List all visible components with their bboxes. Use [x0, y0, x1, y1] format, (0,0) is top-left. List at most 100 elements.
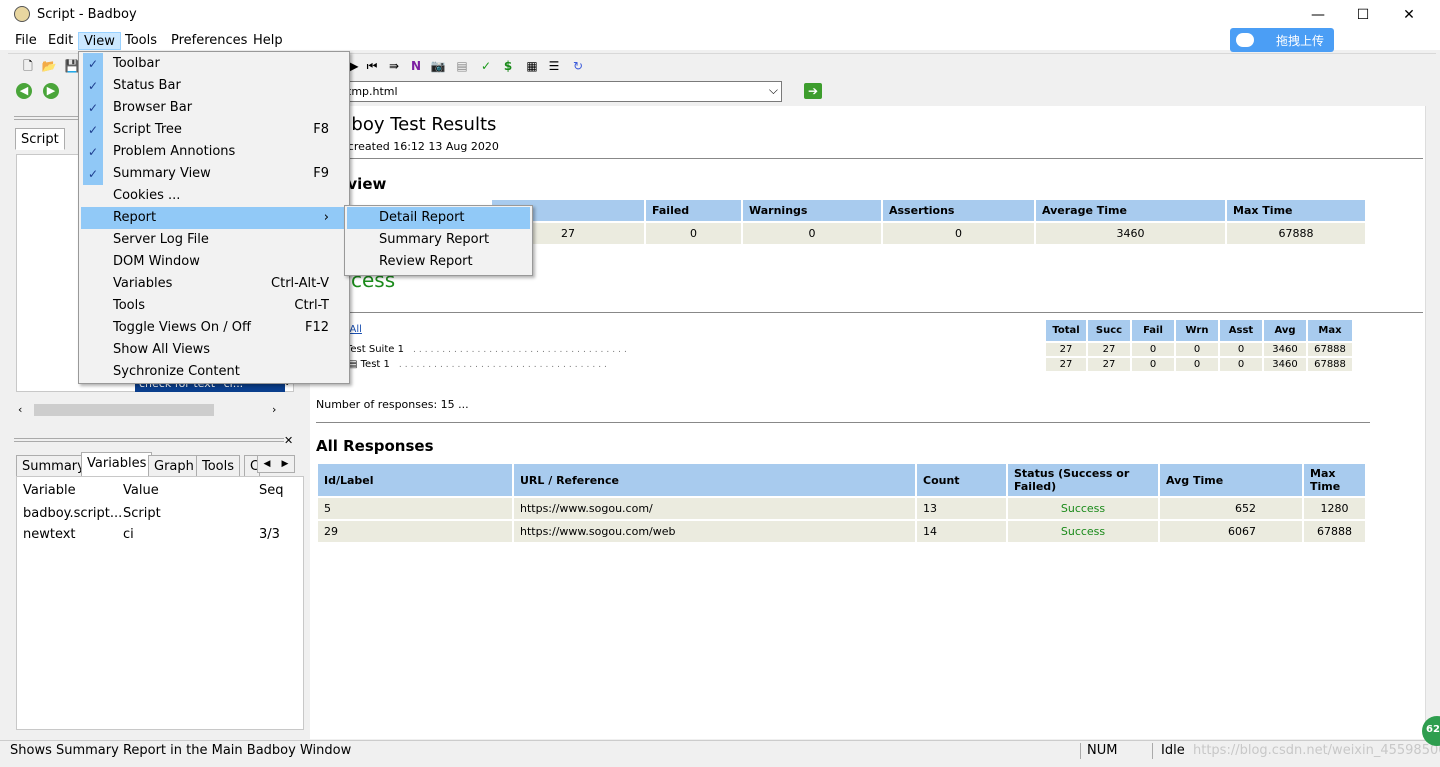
- minimize-button[interactable]: —: [1295, 0, 1341, 30]
- scroll-left-icon[interactable]: ‹: [18, 403, 22, 416]
- menu-item-sychronize-content[interactable]: Sychronize Content: [81, 361, 347, 383]
- table-row[interactable]: 5 https://www.sogou.com/ 13 Success 652 …: [318, 498, 1365, 519]
- menu-item-status-bar[interactable]: ✓ Status Bar: [81, 75, 347, 97]
- column-header: Succ: [1088, 320, 1130, 341]
- menu-item-detail-report[interactable]: Detail Report: [347, 207, 530, 229]
- horizontal-scrollbar[interactable]: ‹ ›: [16, 401, 286, 419]
- stats-cell: 0: [1176, 358, 1218, 371]
- dollar-icon[interactable]: $: [500, 58, 516, 74]
- menu-item-summary-report[interactable]: Summary Report: [347, 229, 530, 251]
- arrow-left-icon[interactable]: ◀: [264, 459, 271, 469]
- response-status: Success: [1008, 521, 1158, 542]
- vertical-scrollbar[interactable]: [1425, 106, 1435, 739]
- stats-cell: 27: [1088, 343, 1130, 356]
- refresh-icon[interactable]: ↻: [570, 58, 586, 74]
- variable-value[interactable]: Script: [123, 506, 161, 521]
- stats-table: Total Succ Fail Wrn Asst Avg Max 27 27 0…: [1044, 318, 1354, 373]
- column-header: URL / Reference: [514, 464, 915, 496]
- url-input[interactable]: tmp.html ⌵: [326, 81, 782, 102]
- maximize-button[interactable]: ☐: [1340, 0, 1386, 30]
- menu-item-browser-bar[interactable]: ✓ Browser Bar: [81, 97, 347, 119]
- column-header-variable[interactable]: Variable: [23, 483, 76, 498]
- menu-edit[interactable]: Edit: [43, 32, 78, 50]
- test-row[interactable]: ▤ Test 1 ...............................…: [348, 359, 610, 370]
- menu-item-variables[interactable]: Variables Ctrl-Alt-V: [81, 273, 347, 295]
- column-header-seq[interactable]: Seq: [259, 483, 284, 498]
- report-title: dboy Test Results: [340, 114, 497, 135]
- chevron-down-icon[interactable]: ⌵: [769, 83, 778, 98]
- all-responses-heading: All Responses: [316, 437, 434, 455]
- close-button[interactable]: ✕: [1386, 0, 1432, 30]
- table-icon[interactable]: ▦: [524, 58, 540, 74]
- response-id: 29: [318, 521, 512, 542]
- response-max: 1280: [1304, 498, 1365, 519]
- stats-cell: 67888: [1308, 343, 1352, 356]
- menu-item-report[interactable]: Report ›: [81, 207, 347, 229]
- new-file-icon[interactable]: 🗋: [20, 58, 36, 74]
- menu-tools[interactable]: Tools: [120, 32, 162, 50]
- menu-item-cookies[interactable]: Cookies ...: [81, 185, 347, 207]
- column-header-value[interactable]: Value: [123, 483, 159, 498]
- response-url: https://www.sogou.com/web: [514, 521, 915, 542]
- tree-icon[interactable]: ☰: [546, 58, 562, 74]
- menu-bar: File Edit View Tools Preferences Help: [0, 30, 1440, 50]
- stats-cell: 3460: [1264, 343, 1306, 356]
- menu-file[interactable]: File: [10, 32, 42, 50]
- menu-item-show-all-views[interactable]: Show All Views: [81, 339, 347, 361]
- suite-row[interactable]: Test Suite 1 ...........................…: [346, 344, 630, 355]
- report-view[interactable]: dboy Test Results t created 16:12 13 Aug…: [310, 106, 1435, 739]
- variable-value[interactable]: ci: [123, 527, 134, 542]
- back-icon[interactable]: ◀: [16, 83, 32, 99]
- tab-summary[interactable]: Summary: [16, 455, 91, 477]
- stats-cell: 0: [1220, 358, 1262, 371]
- menu-view[interactable]: View: [78, 32, 121, 50]
- menu-help[interactable]: Help: [248, 32, 288, 50]
- menu-preferences[interactable]: Preferences: [166, 32, 252, 50]
- menu-item-script-tree[interactable]: ✓ Script Tree F8: [81, 119, 347, 141]
- tab-script[interactable]: Script: [15, 128, 65, 150]
- menu-item-review-report[interactable]: Review Report: [347, 251, 530, 273]
- tab-tools[interactable]: Tools: [196, 455, 241, 477]
- check-icon[interactable]: ✓: [478, 58, 494, 74]
- menu-item-summary-view[interactable]: ✓ Summary View F9: [81, 163, 347, 185]
- variable-name[interactable]: badboy.script...: [23, 506, 122, 521]
- column-header: Total: [1046, 320, 1086, 341]
- forward-icon[interactable]: ▶: [43, 83, 59, 99]
- screenshot-icon[interactable]: 📷: [430, 58, 446, 74]
- step-icon[interactable]: ⇛: [386, 58, 402, 74]
- divider: [340, 158, 1423, 159]
- menu-item-server-log-file[interactable]: Server Log File: [81, 229, 347, 251]
- scroll-right-icon[interactable]: ›: [272, 403, 276, 416]
- column-header: Avg: [1264, 320, 1306, 341]
- window-title: Script - Badboy: [37, 7, 137, 22]
- menu-item-toggle-views[interactable]: Toggle Views On / Off F12: [81, 317, 347, 339]
- tab-graph[interactable]: Graph: [148, 455, 200, 477]
- table-row[interactable]: 29 https://www.sogou.com/web 14 Success …: [318, 521, 1365, 542]
- badboy-app-icon: [14, 6, 30, 22]
- cloud-icon: [1236, 33, 1254, 47]
- splitter-grip[interactable]: [14, 438, 284, 442]
- overview-cell: 0: [646, 223, 741, 244]
- stats-cell: 0: [1132, 358, 1174, 371]
- menu-item-problem-annotions[interactable]: ✓ Problem Annotions: [81, 141, 347, 163]
- variable-name[interactable]: newtext: [23, 527, 76, 542]
- menu-item-dom-window[interactable]: DOM Window: [81, 251, 347, 273]
- arrow-right-icon[interactable]: ▶: [282, 459, 289, 469]
- menu-item-toolbar[interactable]: ✓ Toolbar: [81, 53, 347, 75]
- view-menu-dropdown: ✓ Toolbar ✓ Status Bar ✓ Browser Bar ✓ Scrip…: [78, 51, 350, 384]
- go-arrow-icon[interactable]: ➔: [804, 83, 822, 99]
- tab-scroll-arrows[interactable]: ◀ ▶: [257, 455, 295, 473]
- menu-item-tools[interactable]: Tools Ctrl-T: [81, 295, 347, 317]
- report-submenu: Detail Report Summary Report Review Repo…: [344, 205, 533, 276]
- close-icon[interactable]: ✕: [284, 434, 293, 447]
- state-indicator: Idle: [1161, 743, 1185, 758]
- rewind-icon[interactable]: ⏮: [364, 58, 380, 74]
- tab-variables[interactable]: Variables: [81, 452, 153, 477]
- navigation-icon[interactable]: N: [408, 58, 424, 74]
- scroll-thumb[interactable]: [34, 404, 214, 416]
- drag-upload-button[interactable]: 拖拽上传: [1230, 28, 1334, 52]
- open-folder-icon[interactable]: 📂: [41, 58, 57, 74]
- variable-seq[interactable]: 3/3: [259, 527, 280, 542]
- stats-cell: 27: [1046, 343, 1086, 356]
- document-icon[interactable]: ▤: [454, 58, 470, 74]
